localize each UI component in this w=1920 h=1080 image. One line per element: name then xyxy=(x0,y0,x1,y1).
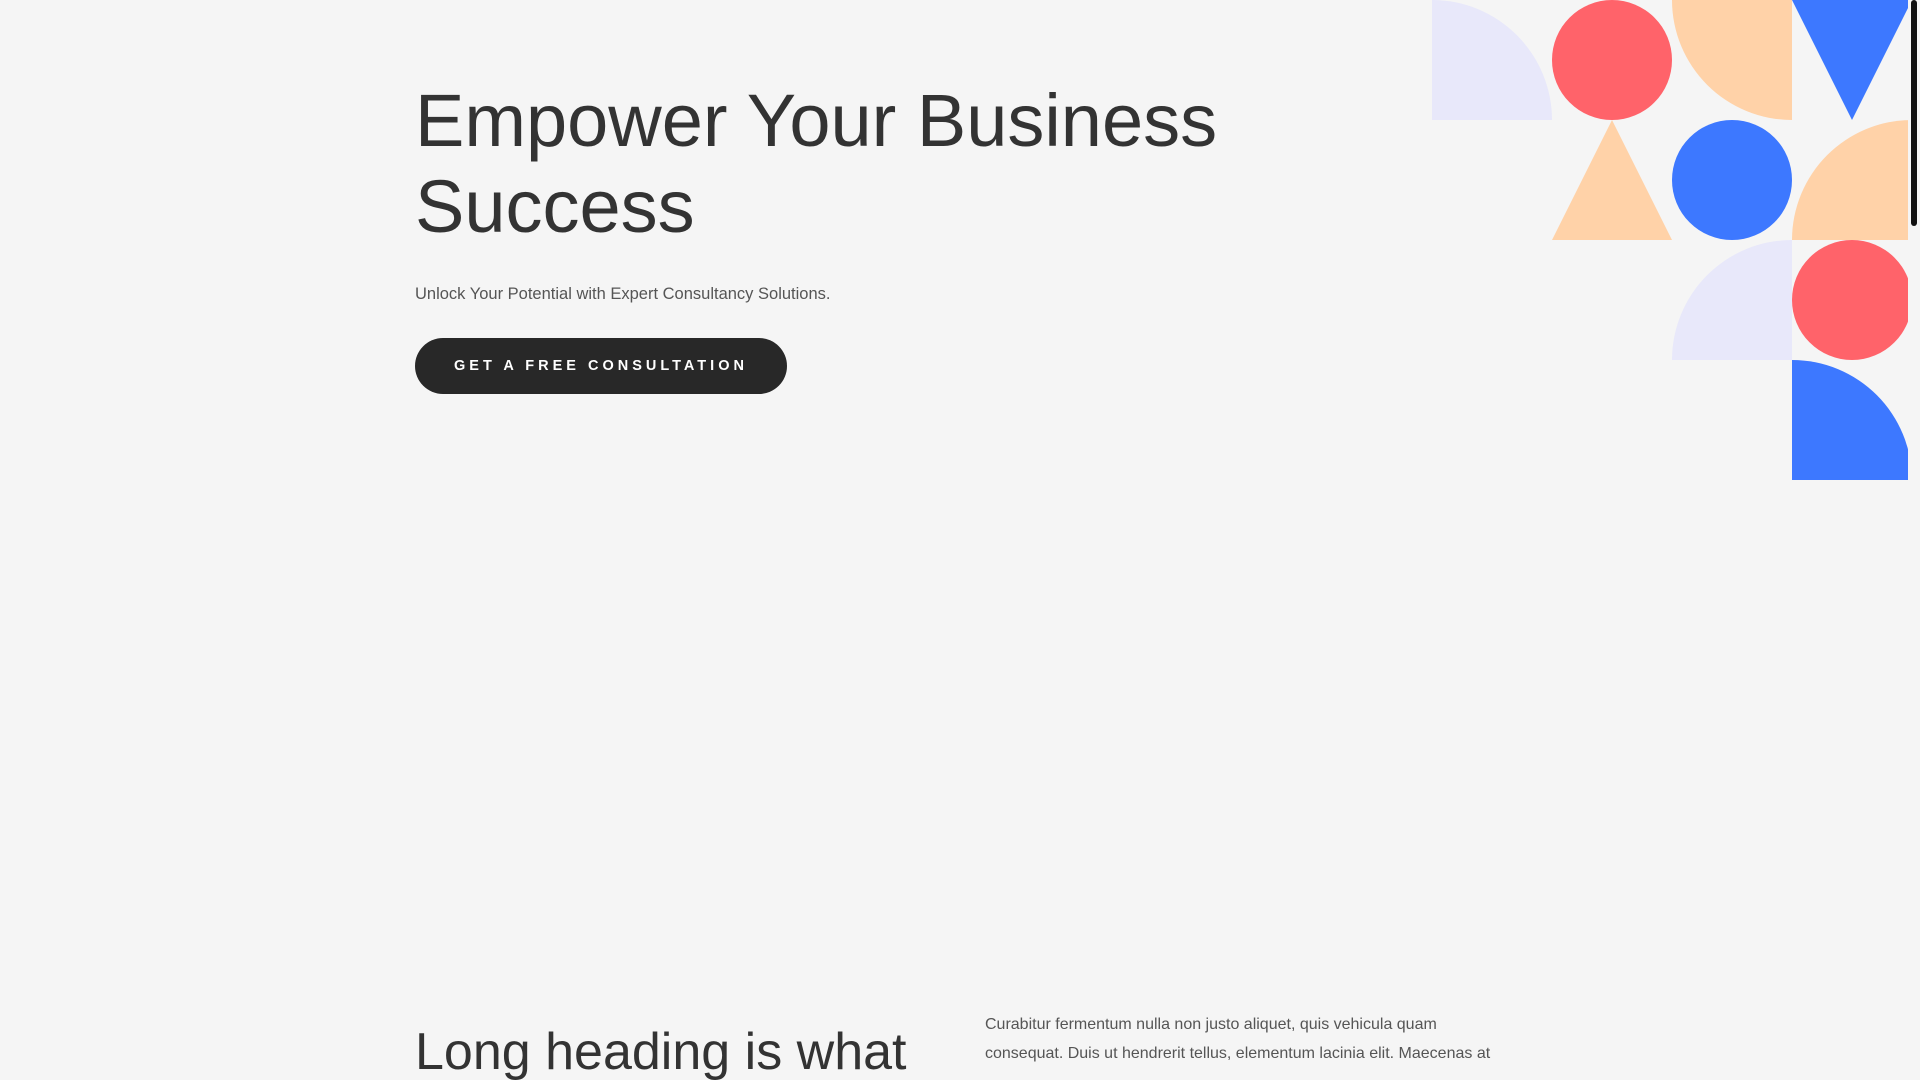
coral-circle-shape-2 xyxy=(1792,240,1912,360)
hero-title-line-2: Success xyxy=(415,165,695,248)
peach-quarter-circle-shape xyxy=(1672,0,1792,120)
section-heading: Long heading is what xyxy=(415,1023,907,1080)
free-consultation-button[interactable]: GET A FREE CONSULTATION xyxy=(415,338,787,394)
hero-title-line-1: Empower Your Business xyxy=(415,79,1218,162)
lavender-quarter-circle-shape-2 xyxy=(1672,240,1792,360)
blue-quarter-circle-shape xyxy=(1792,360,1912,480)
lavender-quarter-circle-shape xyxy=(1432,0,1552,120)
decorative-shapes xyxy=(1432,0,1912,480)
hero-title: Empower Your Business Success xyxy=(415,78,1315,250)
blue-triangle-shape xyxy=(1792,0,1912,120)
peach-triangle-shape xyxy=(1552,120,1672,240)
hero-subtitle: Unlock Your Potential with Expert Consul… xyxy=(415,285,831,303)
scrollbar-thumb[interactable] xyxy=(1911,0,1917,226)
blue-circle-shape xyxy=(1672,120,1792,240)
coral-circle-shape xyxy=(1552,0,1672,120)
hero-section: Empower Your Business Success Unlock You… xyxy=(415,78,1315,394)
page: Empower Your Business Success Unlock You… xyxy=(0,0,1920,1080)
section-body-text: Curabitur fermentum nulla non justo aliq… xyxy=(985,1016,1491,1062)
peach-quarter-circle-shape-2 xyxy=(1792,120,1912,240)
page-scrollbar[interactable] xyxy=(1908,0,1920,1080)
